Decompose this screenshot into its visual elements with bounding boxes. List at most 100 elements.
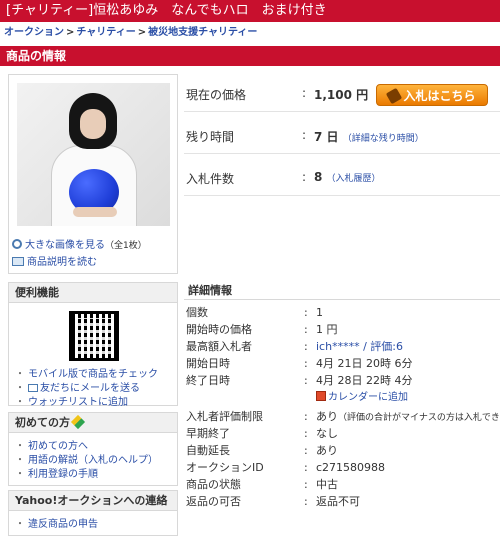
detail-row-start-time: 開始日時:4月 21日 20時 6分 [184,355,500,372]
hammer-icon [386,87,403,105]
detail-key: 個数 [186,306,208,319]
bid-count-label: 入札件数 [186,172,235,186]
detail-row-top-bidder: 最高額入札者: ich***** / 評価:6 [184,338,500,355]
detail-value: あり [316,444,338,457]
breadcrumb-charity[interactable]: チャリティー [76,27,135,38]
beginner-title-row: 初めての方 [9,413,177,433]
contact-panel: Yahoo!オークションへの連絡 ・違反商品の申告 [8,490,178,536]
description-label: 商品説明を読む [27,257,97,268]
detail-key: 自動延長 [186,444,230,457]
large-image-label: 大きな画像を見る [25,240,105,251]
detail-value: なし [316,427,338,440]
detail-value: 1 [316,306,323,319]
top-bidder-link[interactable]: ich***** / 評価:6 [316,338,403,355]
image-count: （全1枚） [105,241,147,251]
detail-key: 開始時の価格 [186,323,252,336]
beginner-guide-link[interactable]: ・初めての方へ [15,437,88,452]
detail-value: 1 円 [316,323,338,336]
bid-count-colon: : [302,170,307,184]
bid-count-value: 8 [314,170,323,184]
book-icon [12,257,24,266]
detail-key: 最高額入札者 [186,340,252,353]
mobile-check-link[interactable]: ・モバイル版で商品をチェック [15,365,158,380]
detail-key: オークションID [186,461,264,474]
detail-key: 終了日時 [186,374,230,387]
registration-label: 利用登録の手順 [28,469,98,480]
detail-value: 4月 28日 22時 4分 [316,374,413,387]
time-left-colon: : [302,128,307,142]
section-title: 商品の情報 [0,46,500,66]
breadcrumb-auction[interactable]: オークション [4,27,64,38]
add-calendar-label: カレンダーに追加 [328,392,408,403]
detail-key: 商品の状態 [186,478,241,491]
detail-row-auto-extend: 自動延長: あり [184,442,500,459]
rating-limit-note: （評価の合計がマイナスの方は入札でき [338,413,500,423]
detail-colon: : [304,374,308,387]
mail-icon [28,384,38,392]
detail-row-rating-limit: 入札者評価制限: あり（評価の合計がマイナスの方は入札でき [184,408,500,425]
detail-row-returns: 返品の可否: 返品不可 [184,493,500,510]
send-mail-link[interactable]: ・友だちにメールを送る [15,379,140,394]
detail-row-end-time: 終了日時:4月 28日 22時 4分 [184,372,500,389]
breadcrumb-disaster-charity[interactable]: 被災地支援チャリティー [148,27,257,38]
detail-row-early-end: 早期終了: なし [184,425,500,442]
description-link[interactable]: 商品説明を読む [12,253,97,268]
glossary-link[interactable]: ・用語の解説（入札のヘルプ） [15,451,158,466]
detail-key: 入札者評価制限 [186,410,263,423]
watchlist-link[interactable]: ・ウォッチリストに追加 [15,393,128,408]
add-calendar-link[interactable]: カレンダーに追加 [316,389,408,406]
detail-colon: : [304,410,308,423]
breadcrumb-separator: > [66,27,75,38]
price-value: 1,100 円 [314,88,369,102]
detail-colon: : [304,357,308,370]
price-colon: : [302,86,307,100]
detail-row-condition: 商品の状態: 中古 [184,476,500,493]
beginner-panel: 初めての方 ・初めての方へ ・用語の解説（入札のヘルプ） ・利用登録の手順 [8,412,178,486]
item-photo[interactable] [17,83,170,226]
detail-key: 早期終了 [186,427,230,440]
photo-hands [73,207,117,217]
beginner-title: 初めての方 [15,416,70,429]
large-image-link[interactable]: 大きな画像を見る（全1枚） [12,236,147,251]
detail-colon: : [304,478,308,491]
detail-row-quantity: 個数:1 [184,304,500,321]
detail-row-calendar: カレンダーに追加 [184,389,500,406]
detail-key: 返品の可否 [186,495,241,508]
convenience-title: 便利機能 [9,283,177,303]
bid-button-label: 入札はこちら [403,89,476,103]
detail-value: 中古 [316,478,338,491]
bid-history-link[interactable]: （入札履歴） [327,174,381,184]
contact-title: Yahoo!オークションへの連絡 [9,491,177,511]
detail-row-start-price: 開始時の価格:1 円 [184,321,500,338]
detail-colon: : [304,495,308,508]
detail-value: あり [316,410,338,423]
detail-colon: : [304,306,308,319]
watchlist-label: ウォッチリストに追加 [28,397,128,408]
time-left-value: 7 日 [314,130,339,144]
time-left-detail-link[interactable]: （詳細な残り時間） [343,134,424,144]
qr-code [69,311,119,361]
bullet: ・ [15,519,25,530]
detail-colon: : [304,340,308,353]
breadcrumb-separator: > [137,27,147,38]
report-violation-label: 違反商品の申告 [28,519,98,530]
detail-colon: : [304,444,308,457]
details-title: 詳細情報 [184,282,500,300]
report-violation-link[interactable]: ・違反商品の申告 [15,515,98,530]
beginner-leaf-icon [70,414,86,430]
magnifier-icon [12,239,22,249]
detail-colon: : [304,461,308,474]
bullet: ・ [15,397,25,408]
bullet: ・ [15,469,25,480]
registration-link[interactable]: ・利用登録の手順 [15,465,98,480]
price-label: 現在の価格 [186,88,247,102]
time-left-label: 残り時間 [186,130,235,144]
convenience-panel: 便利機能 ・モバイル版で商品をチェック ・友だちにメールを送る ・ウォッチリスト… [8,282,178,408]
detail-colon: : [304,323,308,336]
detail-key: 開始日時 [186,357,230,370]
calendar-icon [316,391,326,401]
page-title: [チャリティー]恒松あゆみ なんでもハロ おまけ付き [0,0,500,22]
breadcrumb: オークション > チャリティー > 被災地支援チャリティー [0,22,500,44]
bid-button[interactable]: 入札はこちら [376,84,488,106]
detail-row-auction-id: オークションID: c271580988 [184,459,500,476]
